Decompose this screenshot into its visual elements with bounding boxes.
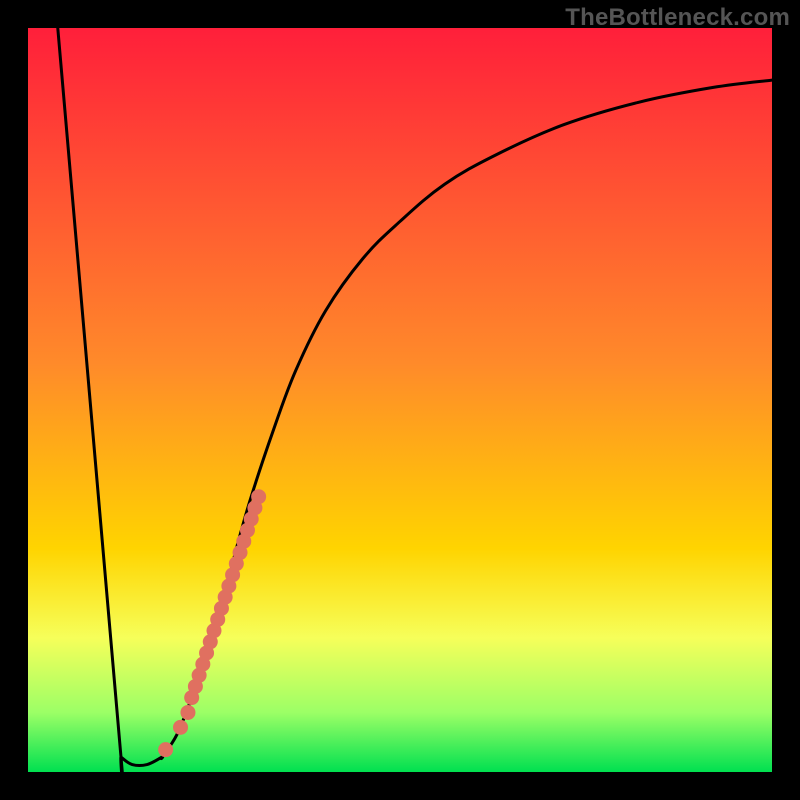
plot-area [28, 28, 772, 772]
chart-frame: TheBottleneck.com [0, 0, 800, 800]
chart-svg [28, 28, 772, 772]
data-point [173, 720, 188, 735]
data-point [180, 705, 195, 720]
data-point [251, 489, 266, 504]
gradient-background [28, 28, 772, 772]
watermark-text: TheBottleneck.com [565, 4, 790, 32]
data-point [158, 742, 173, 757]
